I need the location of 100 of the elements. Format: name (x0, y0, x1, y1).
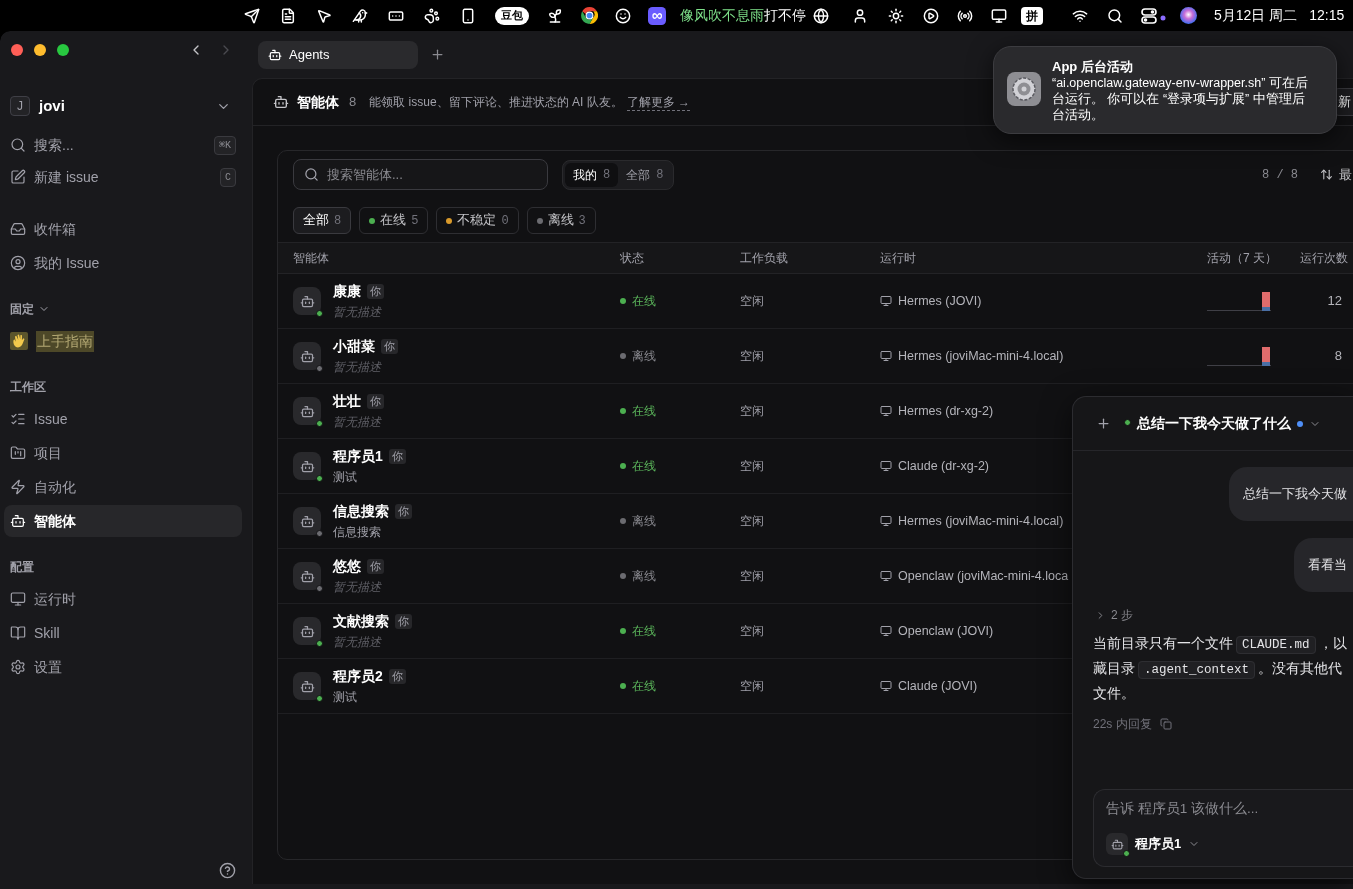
sidebar-item[interactable]: 运行时 (4, 583, 242, 615)
status-label: 离线 (632, 348, 656, 365)
browser-logo-icon[interactable] (580, 7, 598, 24)
scope-tab[interactable]: 我的 8 (565, 162, 619, 187)
workload-text: 空闲 (740, 403, 764, 420)
orb-icon[interactable] (1179, 7, 1197, 24)
smiley-icon[interactable] (615, 7, 631, 24)
filter-chip[interactable]: 不稳定 0 (436, 207, 519, 234)
shortcut-key: C (220, 167, 236, 187)
you-badge: 你 (395, 504, 412, 519)
section-toggle[interactable]: 固定 (4, 295, 56, 323)
shortcut-key: ⌘K (213, 135, 236, 155)
monitor-icon (880, 625, 892, 637)
maximize-button[interactable] (57, 44, 69, 56)
column-header: 智能体 (293, 250, 329, 267)
workspace-switcher[interactable]: J jovi (4, 90, 242, 122)
activity-sparkline (1207, 291, 1271, 311)
sidebar-item[interactable]: 设置 (4, 651, 242, 683)
sun-icon[interactable] (888, 7, 904, 24)
agent-description: 暂无描述 (333, 359, 381, 376)
agent-description: 测试 (333, 689, 357, 706)
notification-banner[interactable]: App 后台活动 “ai.openclaw.gateway-env-wrapper.sh” 可在后台运行。 你可以在 “登录项与扩展” 中管理后台活动。 (993, 46, 1337, 134)
agent-name: 小甜菜 (333, 337, 375, 356)
status-label: 离线 (632, 513, 656, 530)
new-tab-button[interactable] (430, 47, 445, 62)
phone-icon[interactable] (460, 7, 476, 24)
sidebar-item[interactable]: Issue (4, 403, 242, 435)
document-icon[interactable] (280, 7, 296, 24)
tab[interactable]: Agents (258, 40, 418, 69)
status-label: 在线 (632, 678, 656, 695)
page-description: 能领取 issue、留下评论、推进状态的 AI 队友。 (369, 94, 623, 111)
column-header: 活动（7 天） (1207, 250, 1277, 267)
workload-text: 空闲 (740, 678, 764, 695)
copy-button[interactable] (1159, 718, 1172, 730)
input-method-indicator[interactable]: 拼 (1021, 6, 1043, 25)
bird-icon[interactable] (352, 7, 368, 24)
person-icon[interactable] (852, 7, 868, 24)
section-label: 工作区 (9, 379, 47, 396)
you-badge: 你 (388, 449, 406, 464)
menu-bar-app-item[interactable]: 豆包 (495, 6, 529, 25)
minimize-button[interactable] (34, 44, 46, 56)
infinity-app-icon[interactable] (648, 6, 666, 25)
sprout-icon[interactable] (547, 7, 563, 24)
steps-toggle[interactable]: 2 步 (1093, 606, 1133, 624)
agent-description: 测试 (333, 469, 357, 486)
sort-button[interactable]: 最 (1320, 164, 1352, 185)
workload-text: 空闲 (740, 623, 764, 640)
help-icon[interactable] (219, 862, 236, 879)
agent-name: 悠悠 (333, 557, 361, 576)
sidebar-item[interactable]: 自动化 (4, 471, 242, 503)
search-input[interactable]: 搜索智能体... (327, 164, 537, 185)
scope-tab[interactable]: 全部 8 (618, 162, 672, 187)
filter-chip[interactable]: 在线 5 (359, 207, 429, 234)
play-icon[interactable] (923, 7, 939, 24)
agent-selector[interactable]: 程序员1 (1106, 833, 1201, 855)
filter-chip[interactable]: 离线 3 (526, 207, 596, 234)
column-header: 工作负载 (740, 250, 788, 267)
you-badge: 你 (395, 614, 412, 629)
column-header: 运行次数 (1300, 250, 1348, 267)
control-center-icon[interactable] (1140, 7, 1166, 24)
search-icon[interactable] (1107, 7, 1123, 24)
send-icon[interactable] (244, 7, 260, 24)
monitor-icon[interactable] (991, 7, 1007, 24)
menu-bar-clock[interactable]: 12:15 (1309, 5, 1345, 26)
you-badge: 你 (367, 394, 384, 409)
composer-box[interactable]: 告诉 程序员1 该做什么... 程序员1 (1093, 789, 1353, 867)
globe-icon[interactable] (813, 7, 829, 24)
cursor-icon[interactable] (316, 7, 332, 24)
robot-icon (268, 47, 282, 62)
sidebar-item[interactable]: 收件箱 (4, 213, 242, 245)
checklist-icon (10, 411, 26, 427)
runtime-name: Hermes (JOVI) (898, 292, 982, 310)
run-count: 12 (1327, 292, 1342, 311)
status-label: 离线 (632, 568, 656, 585)
book-icon (10, 625, 26, 641)
agent-description: 暂无描述 (333, 304, 381, 321)
sidebar-item[interactable]: 新建 issue C (4, 161, 242, 193)
sidebar-item[interactable]: 搜索... ⌘K (4, 129, 242, 161)
sidebar-item[interactable]: 上手指南 (4, 325, 242, 357)
sidebar-item[interactable]: 智能体 (4, 505, 242, 537)
close-button[interactable] (11, 44, 23, 56)
paw-icon[interactable] (424, 7, 440, 24)
sidebar-item[interactable]: 项目 (4, 437, 242, 469)
learn-more-link[interactable]: 了解更多 → (626, 93, 690, 111)
filter-chip[interactable]: 全部 8 (293, 207, 352, 234)
column-header: 状态 (620, 250, 644, 267)
workload-text: 空闲 (740, 348, 764, 365)
monitor-icon (880, 570, 892, 582)
robot-icon (273, 94, 289, 110)
menu-bar-date[interactable]: 5月12日 周二 (1214, 5, 1298, 26)
notification-title: App 后台活动 (1052, 59, 1133, 75)
agent-description: 暂无描述 (333, 579, 381, 596)
conversation-selector[interactable]: 总结一下我今天做了什么 (1137, 413, 1321, 434)
new-chat-button[interactable] (1096, 416, 1111, 431)
sidebar-item[interactable]: 我的 Issue (4, 247, 242, 279)
agent-name: 程序员1 (333, 447, 383, 466)
page-title: 智能体 (297, 92, 339, 112)
search-field[interactable]: 搜索智能体... (293, 159, 548, 190)
message-input[interactable]: 告诉 程序员1 该做什么... (1106, 796, 1341, 820)
sidebar-item[interactable]: Skill (4, 617, 242, 649)
